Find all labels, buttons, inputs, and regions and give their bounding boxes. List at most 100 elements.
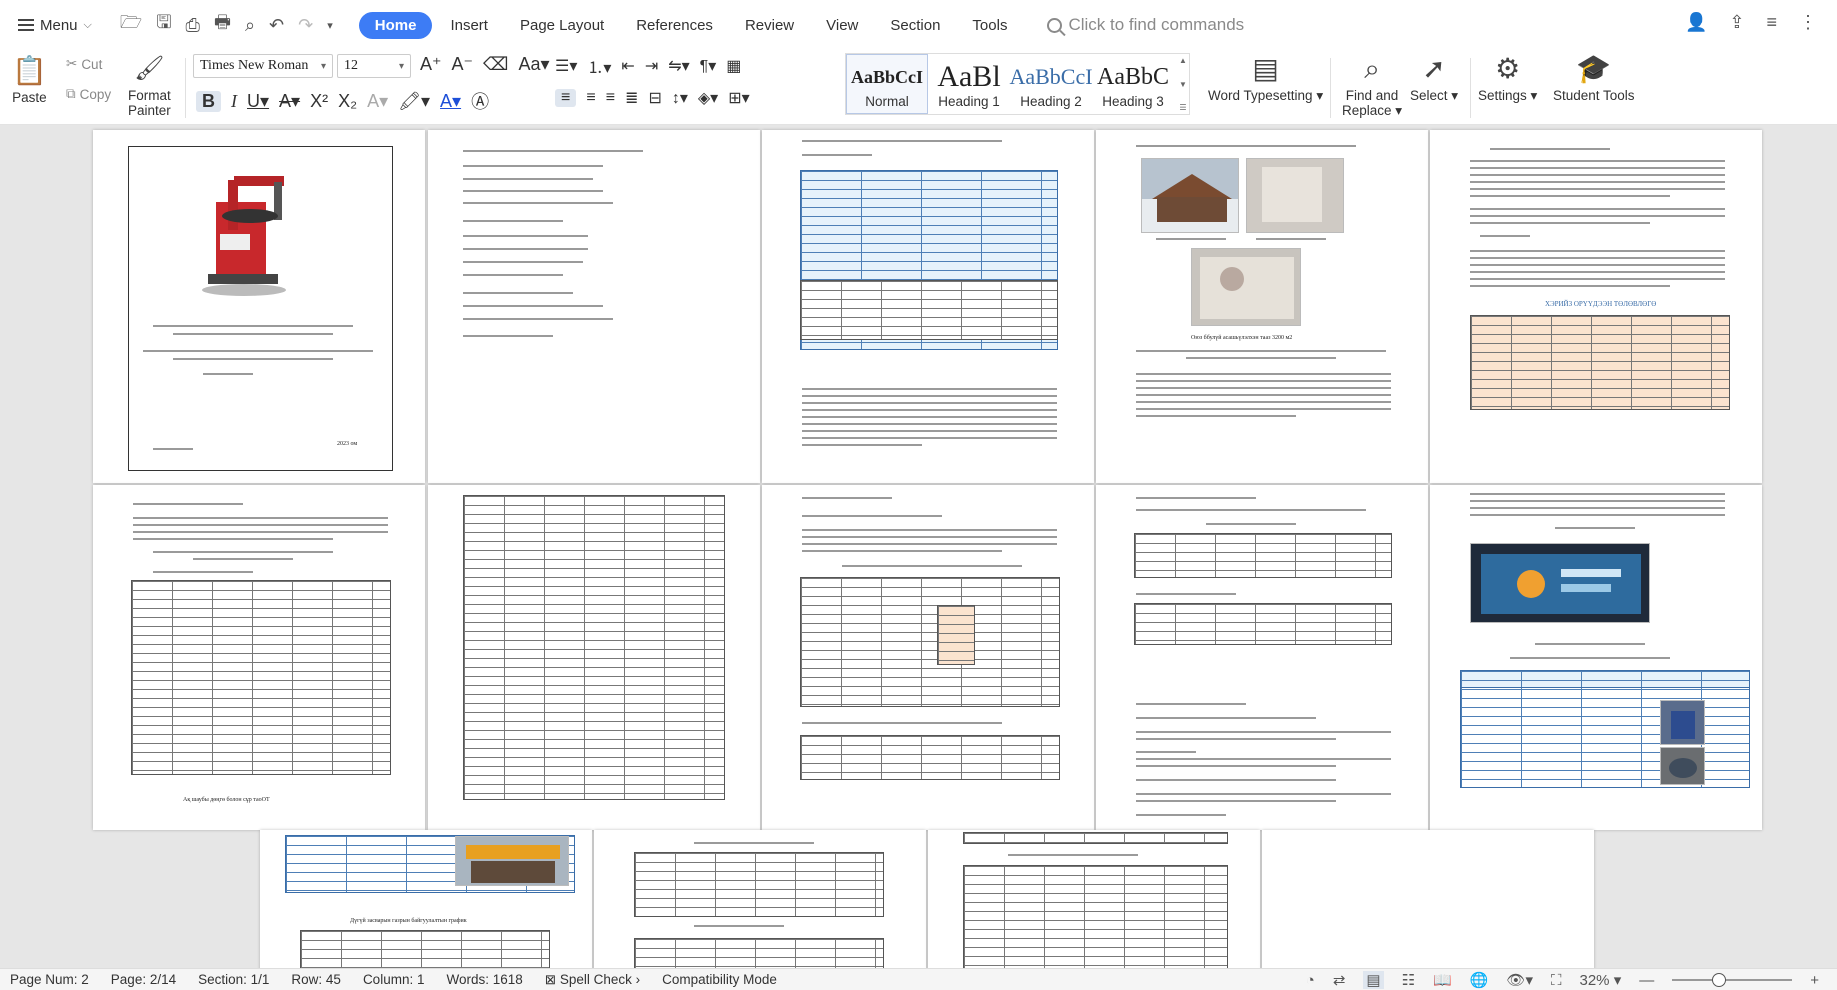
text-effects-icon[interactable]: A▾ [367,91,388,112]
share-icon[interactable]: ⇪ [1729,12,1744,33]
distributed-icon[interactable]: ⊟ [648,88,661,108]
bold-icon[interactable]: B [196,90,221,112]
status-page-num[interactable]: Page Num: 2 [10,972,89,987]
superscript-icon[interactable]: X² [310,91,328,112]
save-icon[interactable]: 🖫 [156,10,171,40]
student-tools-button[interactable]: 🎓 Student Tools [1553,52,1635,103]
page-thumbnail[interactable]: 2023 ом [93,130,425,483]
tab-insert[interactable]: Insert [436,12,502,39]
add-user-icon[interactable]: 👤 [1685,12,1707,33]
tab-review[interactable]: Review [731,12,808,39]
web-layout-icon[interactable]: ⇄ [1333,971,1346,989]
tab-home[interactable]: Home [358,11,433,39]
page-thumbnail[interactable] [594,830,926,970]
settings-button[interactable]: ⚙ Settings ▾ [1478,52,1537,104]
status-row[interactable]: Row: 45 [291,972,341,987]
page-thumbnail[interactable] [762,130,1094,483]
format-painter-button[interactable]: 🖌 Format Painter [128,52,171,118]
align-center-icon[interactable]: ≡ [586,89,595,107]
underline-icon[interactable]: U▾ [247,91,269,112]
export-pdf-icon[interactable]: ⎙ [186,15,200,36]
command-search[interactable]: Click to find commands [1047,15,1244,35]
decrease-indent-icon[interactable]: ⇤ [621,56,634,76]
more-icon[interactable]: ⋮ [1799,12,1817,33]
align-right-icon[interactable]: ≡ [606,89,615,107]
status-section[interactable]: Section: 1/1 [198,972,269,987]
change-case-icon[interactable]: Aa▾ [518,54,549,75]
zoom-slider[interactable] [1672,973,1793,987]
table-icon[interactable]: ▦ [726,56,741,76]
highlight-icon[interactable]: 🖍▾ [398,91,430,112]
copy-button[interactable]: ⧉ Copy [66,86,111,102]
paste-button[interactable]: 📋 Paste [12,54,47,105]
tab-view[interactable]: View [812,12,872,39]
customize-chevron-icon[interactable]: ▾ [327,19,333,32]
tab-page-layout[interactable]: Page Layout [506,12,618,39]
scroll-up-icon[interactable]: ▲ [1179,56,1187,65]
find-replace-button[interactable]: ⌕ Find and Replace ▾ [1342,52,1402,119]
document-canvas[interactable]: 2023 ом Оюз ббулүй асашьүлэлхэн тааз 320… [0,125,1837,970]
text-direction-icon[interactable]: ⇋▾ [668,56,689,76]
page-thumbnail[interactable]: Оюз ббулүй асашьүлэлхэн тааз 3200 м2 [1096,130,1428,483]
eye-protect-icon[interactable]: 👁▾ [1506,971,1533,989]
font-name-select[interactable]: Times New Roman ▾ [193,54,333,78]
align-left-icon[interactable]: ≡ [555,89,577,107]
subscript-icon[interactable]: X₂ [338,91,357,112]
tab-references[interactable]: References [622,12,727,39]
paragraph-mark-icon[interactable]: ¶▾ [700,56,717,76]
page-thumbnail[interactable] [1096,485,1428,830]
spell-check-button[interactable]: ⊠ Spell Check › [545,972,640,988]
font-size-select[interactable]: 12 ▾ [337,54,411,78]
line-spacing-icon[interactable]: ↕▾ [672,88,688,108]
zoom-level[interactable]: 32% ▾ [1580,971,1622,989]
print-preview-icon[interactable]: ⌕ [245,15,255,36]
font-color-icon[interactable]: A▾ [440,91,461,112]
page-view-icon[interactable]: ▤ [1363,971,1384,989]
decrease-font-icon[interactable]: A⁻ [452,54,474,75]
style-heading-1[interactable]: AaBl Heading 1 [928,54,1010,114]
style-normal[interactable]: AaBbCcI Normal [846,54,928,114]
page-thumbnail[interactable]: ХЭРИЙЗ ОРҮҮДЭЭН ТӨЛӨВЛӨГӨ [1430,130,1762,483]
page-thumbnail[interactable] [428,130,760,483]
redo-icon[interactable]: ↷ [298,15,313,36]
page-thumbnail[interactable] [428,485,760,830]
globe-icon[interactable]: 🌐 [1470,971,1489,989]
clear-format-icon[interactable]: ⌫ [483,54,508,75]
borders-icon[interactable]: ⊞▾ [728,88,749,108]
book-view-icon[interactable]: 📖 [1433,971,1452,989]
strikethrough-icon[interactable]: A▾ [279,91,300,112]
gallery-expand-icon[interactable]: ☰ [1179,103,1186,112]
reading-mode-icon[interactable]: ◔ [1306,972,1315,989]
print-icon[interactable]: 🖶 [214,10,231,40]
history-icon[interactable]: ≡ [1766,12,1777,33]
status-words[interactable]: Words: 1618 [446,972,522,987]
style-heading-3[interactable]: AaBbC Heading 3 [1092,54,1174,114]
shading-icon[interactable]: ◈▾ [698,88,718,108]
page-thumbnail[interactable] [928,830,1260,970]
justify-icon[interactable]: ≣ [625,88,638,108]
status-column[interactable]: Column: 1 [363,972,425,987]
page-thumbnail[interactable] [1430,485,1762,830]
zoom-slider-handle[interactable] [1712,973,1727,987]
cut-button[interactable]: ✂ Cut [66,56,102,72]
tab-tools[interactable]: Tools [958,12,1021,39]
styles-scroll[interactable]: ▲ ▼ ☰ [1178,56,1188,112]
word-typesetting-button[interactable]: ▤ Word Typesetting ▾ [1208,52,1323,104]
tab-section[interactable]: Section [876,12,954,39]
page-thumbnail[interactable] [762,485,1094,830]
increase-font-icon[interactable]: A⁺ [420,54,442,75]
zoom-in-icon[interactable]: + [1810,972,1819,989]
zoom-out-icon[interactable]: — [1639,972,1654,989]
open-folder-icon[interactable]: 🗁 [120,10,142,40]
menu-button[interactable]: Menu ⌵ [10,13,100,38]
undo-icon[interactable]: ↶ [269,15,284,36]
bullets-icon[interactable]: ☰▾ [555,56,577,76]
style-heading-2[interactable]: AaBbCcI Heading 2 [1009,54,1092,114]
numbering-icon[interactable]: ⒈▾ [587,54,611,78]
page-thumbnail[interactable] [1262,830,1594,970]
character-border-icon[interactable]: Ⓐ [471,88,489,114]
status-page[interactable]: Page: 2/14 [111,972,176,987]
increase-indent-icon[interactable]: ⇥ [645,56,658,76]
select-button[interactable]: ➚ Select ▾ [1410,52,1458,104]
outline-view-icon[interactable]: ☷ [1402,971,1415,989]
